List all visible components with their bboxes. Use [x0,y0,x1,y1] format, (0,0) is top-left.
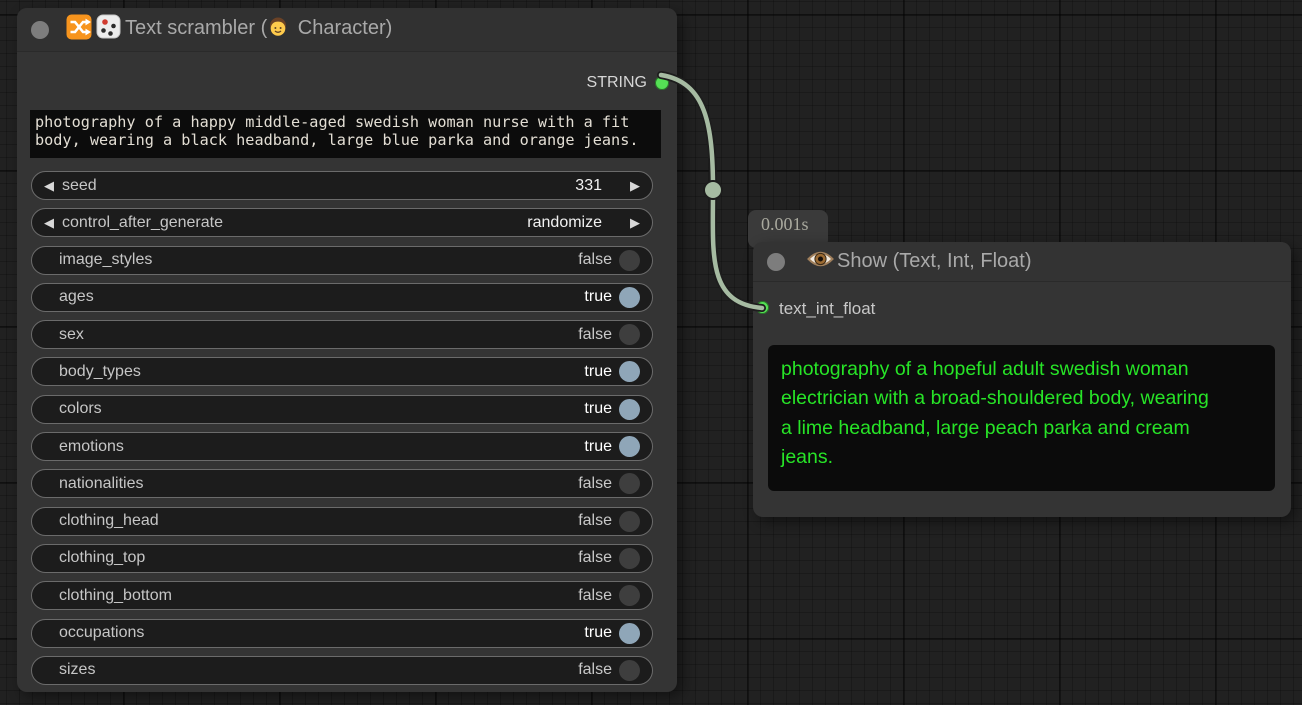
widget-sex[interactable]: sex false [31,320,653,349]
output-text-display: photography of a hopeful adult swedish w… [768,345,1275,491]
toggle-dot[interactable] [619,511,640,532]
widget-label: clothing_bottom [59,587,172,605]
eye-icon [807,248,834,276]
widget-value: false [578,549,612,567]
collapse-toggle[interactable] [767,253,785,271]
widget-control_after_generate[interactable]: control_after_generate randomize [31,208,653,237]
widget-value: true [584,400,612,418]
prompt-textarea[interactable]: photography of a happy middle-aged swedi… [30,110,661,158]
widget-value: true [584,288,612,306]
widget-value: randomize [527,214,602,232]
widget-label: nationalities [59,475,144,493]
toggle-dot[interactable] [619,585,640,606]
widget-value: false [578,661,612,679]
widget-seed[interactable]: seed 331 [31,171,653,200]
toggle-dot[interactable] [619,660,640,681]
widget-colors[interactable]: colors true [31,395,653,424]
text-scrambler-node[interactable]: Text scrambler ( Character) STRING photo… [17,8,677,692]
person-icon [267,16,289,44]
node-title: Show (Text, Int, Float) [837,250,1032,273]
widget-sizes[interactable]: sizes false [31,656,653,685]
widget-label: image_styles [59,251,152,269]
die-icon [95,13,122,46]
widget-value: false [578,326,612,344]
widget-emotions[interactable]: emotions true [31,432,653,461]
node-graph-canvas[interactable]: { "scrambler": { "title_prefix": "Text s… [0,0,1302,705]
widget-label: colors [59,400,102,418]
input-slot-label: text_int_float [779,299,875,319]
text-scrambler-header[interactable]: Text scrambler ( Character) [17,8,677,52]
show-text-node[interactable]: Show (Text, Int, Float) text_int_float p… [753,242,1291,517]
widget-clothing_head[interactable]: clothing_head false [31,507,653,536]
widget-value: false [578,587,612,605]
string-output-port[interactable] [655,76,669,90]
widget-clothing_bottom[interactable]: clothing_bottom false [31,581,653,610]
decrement-arrow-icon[interactable] [44,179,54,192]
toggle-dot[interactable] [619,623,640,644]
widget-list: seed 331 control_after_generate randomiz… [31,171,653,693]
toggle-dot[interactable] [619,548,640,569]
widget-value: true [584,438,612,456]
widget-label: sizes [59,661,95,679]
widget-ages[interactable]: ages true [31,283,653,312]
widget-value: true [584,624,612,642]
widget-label: body_types [59,363,141,381]
widget-value: false [578,475,612,493]
show-node-header[interactable]: Show (Text, Int, Float) [753,242,1291,282]
collapse-toggle[interactable] [31,21,49,39]
widget-label: ages [59,288,94,306]
widget-label: clothing_head [59,512,159,530]
increment-arrow-icon[interactable] [630,216,640,229]
toggle-dot[interactable] [619,361,640,382]
node-title: Text scrambler ( Character) [125,16,392,44]
widget-nationalities[interactable]: nationalities false [31,469,653,498]
widget-body_types[interactable]: body_types true [31,357,653,386]
string-output-label: STRING [587,74,647,92]
widget-value: 331 [575,177,602,195]
widget-value: false [578,512,612,530]
toggle-dot[interactable] [619,473,640,494]
widget-value: false [578,251,612,269]
toggle-dot[interactable] [619,250,640,271]
widget-label: occupations [59,624,144,642]
widget-label: seed [62,177,97,195]
widget-image_styles[interactable]: image_styles false [31,246,653,275]
widget-label: control_after_generate [62,214,223,232]
toggle-dot[interactable] [619,436,640,457]
decrement-arrow-icon[interactable] [44,216,54,229]
toggle-dot[interactable] [619,399,640,420]
widget-occupations[interactable]: occupations true [31,619,653,648]
toggle-dot[interactable] [619,287,640,308]
widget-value: true [584,363,612,381]
text-input-port[interactable] [756,301,769,314]
link-midpoint-dot [704,181,722,199]
shuffle-icon [66,14,92,46]
toggle-dot[interactable] [619,324,640,345]
widget-label: sex [59,326,84,344]
increment-arrow-icon[interactable] [630,179,640,192]
widget-label: clothing_top [59,549,145,567]
widget-clothing_top[interactable]: clothing_top false [31,544,653,573]
widget-label: emotions [59,438,124,456]
